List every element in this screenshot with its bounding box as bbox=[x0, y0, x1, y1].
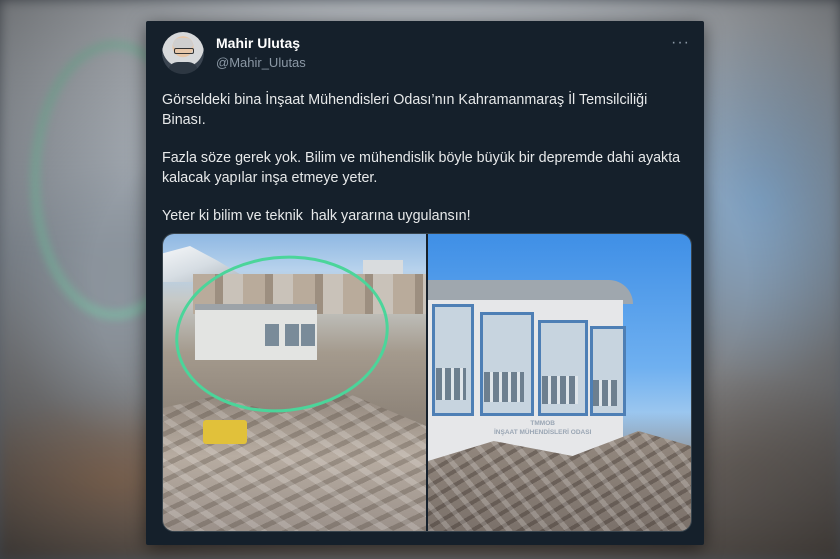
tweet-paragraph: Fazla söze gerek yok. Bilim ve mühendisl… bbox=[162, 150, 685, 186]
tweet-card[interactable]: Mahir Ulutaş @Mahir_Ulutas ··· Görseldek… bbox=[146, 21, 704, 545]
window-glass bbox=[484, 372, 524, 402]
tweet-paragraph: Görseldeki bina İnşaat Mühendisleri Odas… bbox=[162, 92, 652, 128]
building-sign: TMMOB İNŞAAT MÜHENDİSLERİ ODASI bbox=[494, 419, 591, 437]
window-glass bbox=[436, 368, 466, 400]
sign-line: TMMOB bbox=[530, 420, 555, 427]
earthquake-rubble-photo[interactable] bbox=[163, 234, 426, 531]
avatar[interactable] bbox=[162, 32, 204, 74]
author-name[interactable]: Mahir Ulutaş bbox=[216, 35, 300, 51]
tweet-paragraph: Yeter ki bilim ve teknik halk yararına u… bbox=[162, 208, 471, 224]
excavator bbox=[203, 420, 247, 444]
chamber-building-closeup-photo[interactable]: TMMOB İNŞAAT MÜHENDİSLERİ ODASI bbox=[428, 234, 691, 531]
tweet-text: Görseldeki bina İnşaat Mühendisleri Odas… bbox=[162, 91, 692, 246]
window-glass bbox=[542, 376, 578, 404]
author-handle[interactable]: @Mahir_Ulutas bbox=[216, 55, 306, 70]
avatar-suit bbox=[168, 62, 198, 74]
window-glass bbox=[593, 380, 617, 406]
avatar-glasses bbox=[174, 48, 194, 54]
avatar-hair bbox=[173, 38, 193, 48]
more-options-icon[interactable]: ··· bbox=[671, 34, 690, 52]
sign-line: İNŞAAT MÜHENDİSLERİ ODASI bbox=[494, 429, 592, 436]
tweet-media[interactable]: TMMOB İNŞAAT MÜHENDİSLERİ ODASI bbox=[162, 233, 692, 532]
